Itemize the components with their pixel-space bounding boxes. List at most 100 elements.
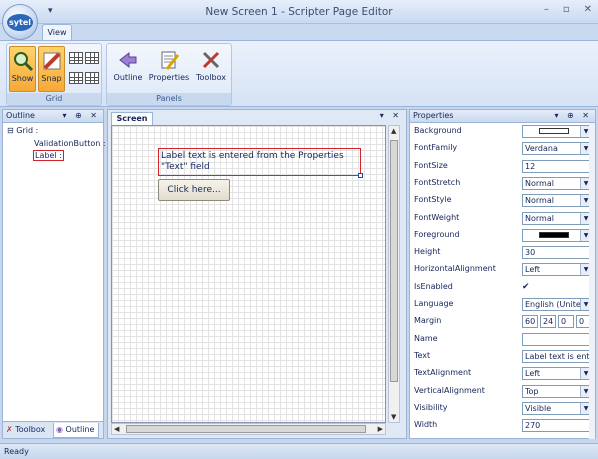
property-row-fontstretch: FontStretch Normal ▼: [410, 175, 594, 192]
property-name: Margin: [414, 316, 442, 326]
tab-view[interactable]: View: [42, 24, 72, 41]
fontstretch-dropdown[interactable]: Normal ▼: [522, 176, 592, 190]
design-label-text: Label text is entered from the Propertie…: [161, 151, 344, 172]
tab-toolbox-label: Toolbox: [15, 425, 46, 434]
grid-small-icon[interactable]: [69, 52, 83, 64]
isenabled-checkbox[interactable]: ✔: [522, 282, 530, 292]
status-text: Ready: [4, 447, 29, 456]
design-validation-button[interactable]: Click here...: [158, 179, 230, 201]
grid-medium-icon[interactable]: [69, 72, 83, 84]
design-label-control[interactable]: Label text is entered from the Propertie…: [158, 148, 363, 178]
tree-node-label[interactable]: Label :: [33, 150, 64, 161]
property-name: Language: [414, 299, 454, 308]
foreground-color-picker[interactable]: ▼: [522, 228, 592, 242]
verticalalignment-value: Top: [525, 386, 539, 396]
fontstretch-value: Normal: [525, 178, 554, 188]
tab-outline[interactable]: ◉ Outline: [53, 423, 99, 438]
resize-handle[interactable]: [358, 173, 363, 178]
scroll-up-icon[interactable]: ▲: [391, 127, 396, 135]
show-grid-button[interactable]: Show: [9, 46, 36, 92]
fontstyle-dropdown[interactable]: Normal ▼: [522, 194, 592, 208]
property-row-margin: Margin 60 24 0 0: [410, 313, 594, 330]
close-button[interactable]: ✕: [584, 4, 592, 15]
verticalalignment-dropdown[interactable]: Top ▼: [522, 384, 592, 398]
visibility-dropdown[interactable]: Visible ▼: [522, 401, 592, 415]
outline-panel-controls[interactable]: ▾ ⊕ ✕: [62, 110, 100, 122]
window-title: New Screen 1 - Scripter Page Editor: [205, 6, 393, 18]
grid-dots-icon[interactable]: [85, 52, 99, 64]
outline-panel-button[interactable]: Outline: [111, 46, 145, 92]
scroll-down-icon[interactable]: ▼: [391, 413, 396, 421]
margin-field-1[interactable]: 24: [540, 315, 556, 329]
horizontal-scroll-thumb[interactable]: [126, 425, 366, 433]
horizontalalignment-dropdown[interactable]: Left ▼: [522, 263, 592, 277]
fontfamily-value: Verdana: [525, 144, 558, 154]
language-dropdown[interactable]: English (United States)▼: [522, 298, 592, 311]
properties-panel: Properties ▾ ⊕ ✕ Background ▼ FontFamily Ve…: [409, 109, 596, 439]
snap-grid-button[interactable]: Snap: [38, 46, 65, 92]
property-name: Background: [414, 126, 462, 135]
fontweight-dropdown[interactable]: Normal ▼: [522, 211, 592, 225]
color-swatch: [539, 231, 569, 238]
property-name: FontSize: [414, 160, 448, 170]
scroll-left-icon[interactable]: ◀: [114, 425, 119, 433]
property-row-foreground: Foreground ▼: [410, 227, 594, 244]
property-name: FontStyle: [414, 195, 452, 205]
background-color-picker[interactable]: ▼: [522, 125, 592, 138]
text-field[interactable]: Label text is entered from the Propertie…: [522, 349, 592, 363]
toolbox-tab-icon: ✗: [6, 425, 13, 434]
property-name: Foreground: [414, 229, 460, 239]
application-button[interactable]: sytel: [2, 4, 38, 40]
tab-screen[interactable]: Screen: [111, 112, 153, 125]
width-field[interactable]: 270: [522, 419, 592, 433]
property-row-horizontalalignment: HorizontalAlignment Left ▼: [410, 261, 594, 278]
title-bar: ▾ New Screen 1 - Scripter Page Editor – …: [0, 0, 598, 24]
property-name: IsEnabled: [414, 281, 453, 291]
property-row-name: Name: [410, 331, 594, 348]
property-row-visibility: Visibility Visible ▼: [410, 400, 594, 417]
outline-panel-label: Outline: [113, 73, 143, 82]
tree-node-grid[interactable]: ⊟ Grid :: [7, 126, 38, 135]
properties-icon: [161, 51, 180, 70]
property-row-width: Width 270: [410, 417, 594, 434]
fontweight-value: Normal: [525, 213, 554, 223]
properties-scrollbar[interactable]: [589, 123, 595, 439]
toolbox-panel-button[interactable]: Toolbox: [193, 46, 229, 92]
design-canvas[interactable]: Label text is entered from the Propertie…: [111, 125, 386, 423]
margin-field-2[interactable]: 0: [558, 315, 574, 329]
property-row-fontweight: FontWeight Normal ▼: [410, 210, 594, 227]
property-name: HorizontalAlignment: [414, 264, 496, 274]
fontfamily-dropdown[interactable]: Verdana ▼: [522, 142, 592, 156]
property-row-fontstyle: FontStyle Normal ▼: [410, 192, 594, 209]
scroll-right-icon[interactable]: ▶: [378, 425, 383, 433]
name-field[interactable]: [522, 332, 592, 346]
minimize-button[interactable]: –: [544, 4, 549, 15]
snap-pencil-icon: [43, 52, 60, 70]
property-row-height: Height 30: [410, 244, 594, 261]
height-field[interactable]: 30: [522, 246, 592, 260]
fontsize-field[interactable]: 12: [522, 159, 592, 173]
color-swatch: [539, 128, 569, 134]
canvas-vertical-scrollbar[interactable]: ▲ ▼: [388, 125, 400, 423]
canvas-horizontal-scrollbar[interactable]: ◀ ▶: [111, 423, 386, 435]
grid-large-icon[interactable]: [85, 72, 99, 84]
property-name: FontStretch: [414, 177, 461, 187]
ribbon-tab-strip: View: [0, 24, 598, 41]
property-name: VerticalAlignment: [414, 385, 485, 395]
margin-field-0[interactable]: 60: [522, 315, 538, 329]
properties-panel-button[interactable]: Properties: [148, 46, 190, 92]
textalignment-dropdown[interactable]: Left ▼: [522, 367, 592, 381]
properties-panel-controls[interactable]: ▾ ⊕ ✕: [554, 110, 592, 122]
tab-toolbox[interactable]: ✗ Toolbox: [4, 423, 53, 438]
tree-node-validationbutton[interactable]: ValidationButton :: [34, 139, 106, 148]
maximize-button[interactable]: ▫: [563, 4, 570, 15]
outline-bottom-tabs: ✗ Toolbox ◉ Outline: [3, 421, 103, 438]
property-name: TextAlignment: [414, 368, 472, 378]
fontsize-value: 12: [525, 161, 536, 171]
collapse-icon[interactable]: ⊟: [7, 126, 14, 135]
magnifier-icon: [13, 52, 33, 72]
screen-panel-controls[interactable]: ▾ ✕: [380, 111, 402, 120]
panels-group: Outline Properties Toolbox Panels: [106, 43, 232, 106]
vertical-scroll-thumb[interactable]: [390, 140, 398, 382]
screen-panel: Screen ▾ ✕ Label text is entered from th…: [107, 109, 407, 439]
